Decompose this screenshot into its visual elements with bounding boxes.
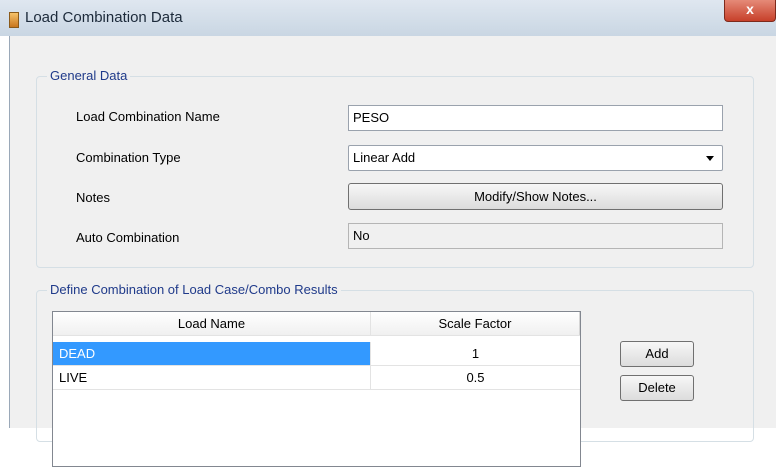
general-data-legend: General Data xyxy=(47,68,131,83)
notes-label: Notes xyxy=(76,190,110,205)
load-name-cell[interactable]: LIVE xyxy=(53,366,371,389)
auto-combination-value: No xyxy=(348,223,723,249)
combination-name-input[interactable]: PESO xyxy=(348,105,723,131)
combination-type-value: Linear Add xyxy=(353,150,416,165)
define-combination-legend: Define Combination of Load Case/Combo Re… xyxy=(47,282,341,297)
title-bar: Load Combination Data x xyxy=(0,0,776,36)
table-header-row: Load Name Scale Factor xyxy=(53,312,580,336)
column-header-scale-factor[interactable]: Scale Factor xyxy=(371,312,580,335)
table-row[interactable]: DEAD 1 xyxy=(53,342,580,366)
modify-show-notes-button[interactable]: Modify/Show Notes... xyxy=(348,183,723,210)
combination-type-label: Combination Type xyxy=(76,150,181,165)
close-button[interactable]: x xyxy=(724,0,776,22)
combination-name-label: Load Combination Name xyxy=(76,109,220,124)
add-button[interactable]: Add xyxy=(620,341,694,367)
table-row[interactable]: LIVE 0.5 xyxy=(53,366,580,390)
app-icon xyxy=(9,12,19,28)
window-title: Load Combination Data xyxy=(25,9,183,26)
load-name-cell[interactable]: DEAD xyxy=(53,342,371,365)
combination-type-select[interactable]: Linear Add xyxy=(348,145,723,171)
chevron-down-icon xyxy=(706,156,714,161)
scale-factor-cell[interactable]: 0.5 xyxy=(371,366,580,389)
load-combination-table: Load Name Scale Factor DEAD 1 LIVE 0.5 xyxy=(52,311,581,467)
scale-factor-cell[interactable]: 1 xyxy=(371,342,580,365)
column-header-load-name[interactable]: Load Name xyxy=(53,312,371,335)
delete-button[interactable]: Delete xyxy=(620,375,694,401)
auto-combination-label: Auto Combination xyxy=(76,230,180,245)
